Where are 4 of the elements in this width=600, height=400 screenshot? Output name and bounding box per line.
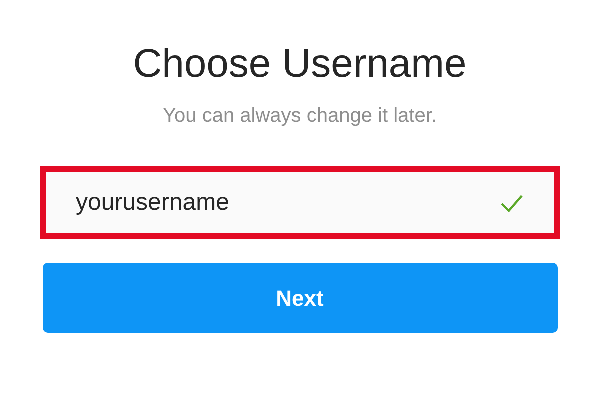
subtitle: You can always change it later. <box>163 104 437 128</box>
page-title: Choose Username <box>133 41 467 88</box>
username-field[interactable]: yourusername <box>40 166 560 239</box>
username-value: yourusername <box>76 188 230 218</box>
